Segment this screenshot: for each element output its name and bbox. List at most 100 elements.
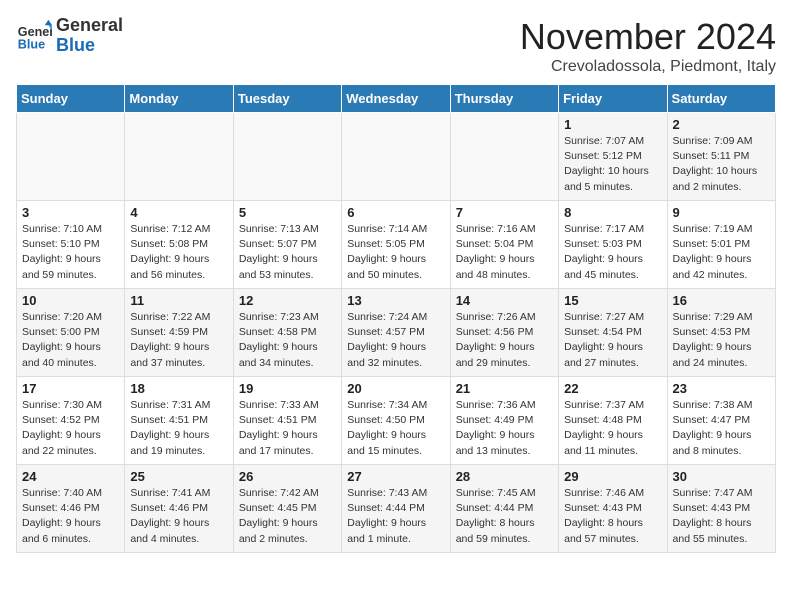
day-number: 25 — [130, 469, 227, 484]
day-number: 8 — [564, 205, 661, 220]
calendar-cell: 3 Sunrise: 7:10 AMSunset: 5:10 PMDaylight… — [17, 201, 125, 289]
calendar-cell: 21Sunrise: 7:36 AMSunset: 4:49 PMDayligh… — [450, 377, 558, 465]
day-number: 3 — [22, 205, 119, 220]
days-header-row: SundayMondayTuesdayWednesdayThursdayFrid… — [17, 85, 776, 113]
day-info: Sunrise: 7:13 AMSunset: 5:07 PMDaylight:… — [239, 222, 336, 283]
day-number: 7 — [456, 205, 553, 220]
day-info: Sunrise: 7:20 AMSunset: 5:00 PMDaylight:… — [22, 310, 119, 371]
calendar-cell: 23 Sunrise: 7:38 AMSunset: 4:47 PMDayligh… — [667, 377, 775, 465]
calendar-cell: 18 Sunrise: 7:31 AMSunset: 4:51 PMDayligh… — [125, 377, 233, 465]
day-info: Sunrise: 7:23 AMSunset: 4:58 PMDaylight:… — [239, 310, 336, 371]
day-number: 9 — [673, 205, 770, 220]
day-info: Sunrise: 7:10 AMSunset: 5:10 PMDaylight:… — [22, 222, 119, 283]
calendar-cell: 28 Sunrise: 7:45 AMSunset: 4:44 PMDayligh… — [450, 465, 558, 553]
day-number: 4 — [130, 205, 227, 220]
day-header-sunday: Sunday — [17, 85, 125, 113]
day-info: Sunrise: 7:37 AMSunset: 4:48 PMDaylight:… — [564, 398, 661, 459]
day-info: Sunrise: 7:45 AMSunset: 4:44 PMDaylight:… — [456, 486, 553, 547]
calendar-cell — [342, 113, 450, 201]
day-info: Sunrise: 7:42 AMSunset: 4:45 PMDaylight:… — [239, 486, 336, 547]
day-number: 6 — [347, 205, 444, 220]
day-number: 22 — [564, 381, 661, 396]
day-header-tuesday: Tuesday — [233, 85, 341, 113]
calendar-cell: 5 Sunrise: 7:13 AMSunset: 5:07 PMDaylight… — [233, 201, 341, 289]
location: Crevoladossola, Piedmont, Italy — [520, 58, 776, 76]
day-number: 20 — [347, 381, 444, 396]
day-info: Sunrise: 7:14 AMSunset: 5:05 PMDaylight:… — [347, 222, 444, 283]
day-number: 29 — [564, 469, 661, 484]
day-info: Sunrise: 7:09 AMSunset: 5:11 PMDaylight:… — [673, 134, 770, 195]
calendar-cell: 29 Sunrise: 7:46 AMSunset: 4:43 PMDayligh… — [559, 465, 667, 553]
calendar-cell: 2Sunrise: 7:09 AMSunset: 5:11 PMDaylight… — [667, 113, 775, 201]
calendar-cell — [125, 113, 233, 201]
day-number: 19 — [239, 381, 336, 396]
calendar-cell: 8Sunrise: 7:17 AMSunset: 5:03 PMDaylight… — [559, 201, 667, 289]
day-number: 5 — [239, 205, 336, 220]
calendar-cell: 14 Sunrise: 7:26 AMSunset: 4:56 PMDayligh… — [450, 289, 558, 377]
day-info: Sunrise: 7:30 AMSunset: 4:52 PMDaylight:… — [22, 398, 119, 459]
day-info: Sunrise: 7:40 AMSunset: 4:46 PMDaylight:… — [22, 486, 119, 547]
calendar-cell: 10 Sunrise: 7:20 AMSunset: 5:00 PMDayligh… — [17, 289, 125, 377]
day-info: Sunrise: 7:26 AMSunset: 4:56 PMDaylight:… — [456, 310, 553, 371]
calendar-cell: 9Sunrise: 7:19 AMSunset: 5:01 PMDaylight… — [667, 201, 775, 289]
week-row-2: 3 Sunrise: 7:10 AMSunset: 5:10 PMDaylight… — [17, 201, 776, 289]
calendar-cell — [233, 113, 341, 201]
calendar-cell: 11 Sunrise: 7:22 AMSunset: 4:59 PMDayligh… — [125, 289, 233, 377]
week-row-4: 17 Sunrise: 7:30 AMSunset: 4:52 PMDayligh… — [17, 377, 776, 465]
day-info: Sunrise: 7:31 AMSunset: 4:51 PMDaylight:… — [130, 398, 227, 459]
day-number: 26 — [239, 469, 336, 484]
title-area: November 2024 Crevoladossola, Piedmont, … — [520, 16, 776, 76]
day-info: Sunrise: 7:24 AMSunset: 4:57 PMDaylight:… — [347, 310, 444, 371]
day-number: 17 — [22, 381, 119, 396]
day-number: 11 — [130, 293, 227, 308]
day-number: 12 — [239, 293, 336, 308]
calendar-cell: 1Sunrise: 7:07 AMSunset: 5:12 PMDaylight… — [559, 113, 667, 201]
day-number: 30 — [673, 469, 770, 484]
day-number: 21 — [456, 381, 553, 396]
calendar-cell: 20 Sunrise: 7:34 AMSunset: 4:50 PMDayligh… — [342, 377, 450, 465]
day-info: Sunrise: 7:12 AMSunset: 5:08 PMDaylight:… — [130, 222, 227, 283]
day-info: Sunrise: 7:38 AMSunset: 4:47 PMDaylight:… — [673, 398, 770, 459]
calendar-cell: 12 Sunrise: 7:23 AMSunset: 4:58 PMDayligh… — [233, 289, 341, 377]
calendar-cell: 4 Sunrise: 7:12 AMSunset: 5:08 PMDaylight… — [125, 201, 233, 289]
calendar-cell: 24Sunrise: 7:40 AMSunset: 4:46 PMDayligh… — [17, 465, 125, 553]
logo-icon: General Blue — [16, 18, 52, 54]
day-number: 28 — [456, 469, 553, 484]
calendar-cell: 15 Sunrise: 7:27 AMSunset: 4:54 PMDayligh… — [559, 289, 667, 377]
calendar-cell: 25Sunrise: 7:41 AMSunset: 4:46 PMDayligh… — [125, 465, 233, 553]
day-info: Sunrise: 7:46 AMSunset: 4:43 PMDaylight:… — [564, 486, 661, 547]
logo: General Blue General Blue — [16, 16, 123, 56]
month-title: November 2024 — [520, 16, 776, 58]
calendar-table: SundayMondayTuesdayWednesdayThursdayFrid… — [16, 84, 776, 553]
day-info: Sunrise: 7:22 AMSunset: 4:59 PMDaylight:… — [130, 310, 227, 371]
calendar-cell — [17, 113, 125, 201]
day-number: 23 — [673, 381, 770, 396]
day-number: 10 — [22, 293, 119, 308]
logo-text: General Blue — [56, 16, 123, 56]
day-number: 16 — [673, 293, 770, 308]
day-info: Sunrise: 7:07 AMSunset: 5:12 PMDaylight:… — [564, 134, 661, 195]
calendar-cell: 27Sunrise: 7:43 AMSunset: 4:44 PMDayligh… — [342, 465, 450, 553]
day-header-thursday: Thursday — [450, 85, 558, 113]
day-info: Sunrise: 7:27 AMSunset: 4:54 PMDaylight:… — [564, 310, 661, 371]
week-row-1: 1Sunrise: 7:07 AMSunset: 5:12 PMDaylight… — [17, 113, 776, 201]
page-header: General Blue General Blue November 2024 … — [16, 16, 776, 76]
day-header-monday: Monday — [125, 85, 233, 113]
calendar-cell: 16Sunrise: 7:29 AMSunset: 4:53 PMDayligh… — [667, 289, 775, 377]
day-number: 18 — [130, 381, 227, 396]
day-info: Sunrise: 7:34 AMSunset: 4:50 PMDaylight:… — [347, 398, 444, 459]
calendar-cell: 7 Sunrise: 7:16 AMSunset: 5:04 PMDaylight… — [450, 201, 558, 289]
svg-text:Blue: Blue — [18, 37, 45, 51]
day-info: Sunrise: 7:47 AMSunset: 4:43 PMDaylight:… — [673, 486, 770, 547]
calendar-cell — [450, 113, 558, 201]
calendar-cell: 6 Sunrise: 7:14 AMSunset: 5:05 PMDaylight… — [342, 201, 450, 289]
calendar-cell: 13 Sunrise: 7:24 AMSunset: 4:57 PMDayligh… — [342, 289, 450, 377]
day-info: Sunrise: 7:16 AMSunset: 5:04 PMDaylight:… — [456, 222, 553, 283]
day-info: Sunrise: 7:43 AMSunset: 4:44 PMDaylight:… — [347, 486, 444, 547]
day-number: 15 — [564, 293, 661, 308]
day-number: 14 — [456, 293, 553, 308]
calendar-cell: 26 Sunrise: 7:42 AMSunset: 4:45 PMDayligh… — [233, 465, 341, 553]
day-header-friday: Friday — [559, 85, 667, 113]
day-number: 13 — [347, 293, 444, 308]
calendar-cell: 22 Sunrise: 7:37 AMSunset: 4:48 PMDayligh… — [559, 377, 667, 465]
